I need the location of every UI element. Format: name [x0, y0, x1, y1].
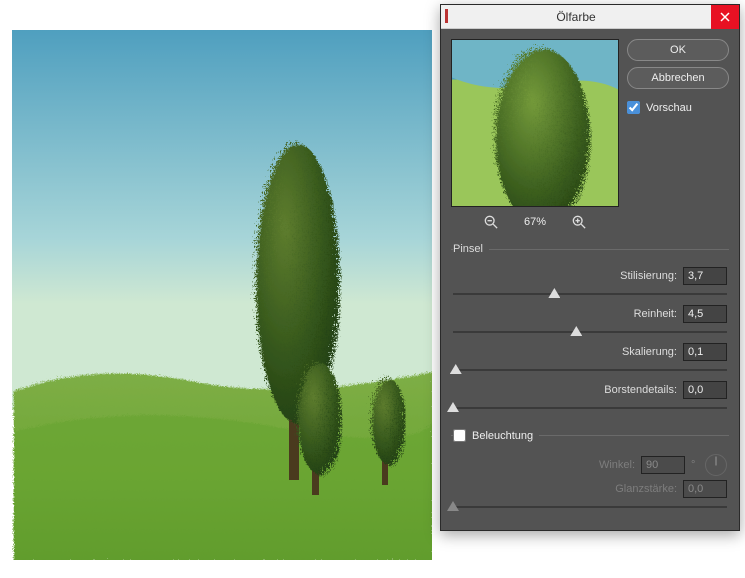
zoom-in-button[interactable]: [570, 213, 588, 231]
preview-thumbnail[interactable]: [451, 39, 619, 207]
dialog-title: Ölfarbe: [441, 10, 711, 24]
lighting-label: Beleuchtung: [472, 430, 533, 442]
lighting-legend: Beleuchtung: [453, 429, 539, 442]
reinheit-input[interactable]: [683, 305, 727, 323]
glanz-slider: [453, 500, 727, 514]
param-glanz: Glanzstärke:: [453, 480, 727, 498]
param-stilisierung: Stilisierung:: [453, 267, 727, 285]
lighting-checkbox[interactable]: [453, 429, 466, 442]
borsten-slider[interactable]: [453, 401, 727, 415]
titlebar-accent: [445, 9, 448, 23]
param-skalierung: Skalierung:: [453, 343, 727, 361]
cancel-button[interactable]: Abbrechen: [627, 67, 729, 89]
lighting-toggle-row[interactable]: Beleuchtung: [453, 429, 533, 442]
skalierung-label: Skalierung:: [622, 346, 677, 358]
zoom-out-button[interactable]: [482, 213, 500, 231]
artwork-image: [12, 30, 432, 560]
reinheit-slider[interactable]: [453, 325, 727, 339]
glanz-label: Glanzstärke:: [615, 483, 677, 495]
stilisierung-label: Stilisierung:: [620, 270, 677, 282]
param-borsten: Borstendetails:: [453, 381, 727, 399]
zoom-value: 67%: [518, 216, 552, 228]
winkel-input: [641, 456, 685, 474]
brush-legend: Pinsel: [453, 243, 489, 255]
skalierung-input[interactable]: [683, 343, 727, 361]
zoom-in-icon: [572, 215, 586, 229]
canvas[interactable]: [12, 30, 432, 560]
titlebar[interactable]: Ölfarbe: [441, 5, 739, 29]
brush-group: Pinsel Stilisierung: Reinheit: Skalierun…: [451, 243, 729, 417]
stilisierung-slider[interactable]: [453, 287, 727, 301]
preview-label: Vorschau: [646, 102, 692, 114]
winkel-label: Winkel:: [599, 459, 635, 471]
skalierung-slider[interactable]: [453, 363, 727, 377]
close-button[interactable]: [711, 5, 739, 29]
borsten-input[interactable]: [683, 381, 727, 399]
ok-button[interactable]: OK: [627, 39, 729, 61]
borsten-label: Borstendetails:: [604, 384, 677, 396]
winkel-unit: °: [691, 459, 699, 471]
preview-checkbox-row[interactable]: Vorschau: [627, 101, 729, 114]
reinheit-label: Reinheit:: [634, 308, 677, 320]
close-icon: [720, 12, 730, 22]
oil-paint-dialog: Ölfarbe: [440, 4, 740, 531]
zoom-out-icon: [484, 215, 498, 229]
stilisierung-input[interactable]: [683, 267, 727, 285]
param-winkel: Winkel: °: [453, 454, 727, 476]
glanz-input: [683, 480, 727, 498]
lighting-group: Beleuchtung Winkel: ° Glanzstärke:: [451, 429, 729, 516]
param-reinheit: Reinheit:: [453, 305, 727, 323]
preview-checkbox[interactable]: [627, 101, 640, 114]
angle-dial: [705, 454, 727, 476]
